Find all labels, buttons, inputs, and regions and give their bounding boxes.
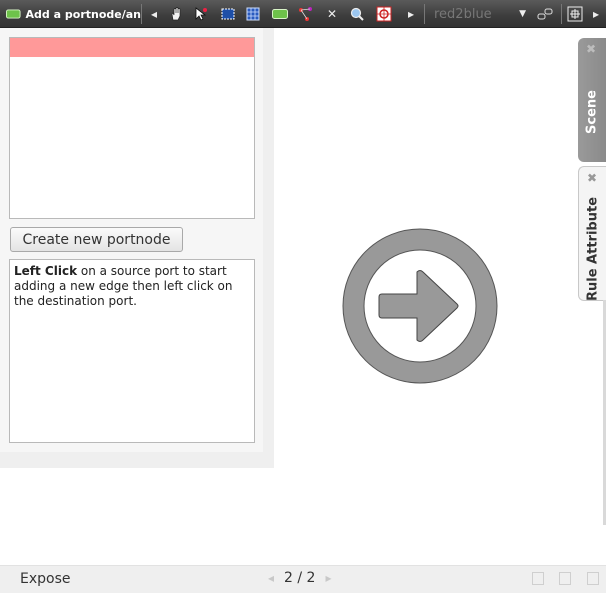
quad-view-icon[interactable] [587,572,599,585]
close-icon[interactable]: ✖ [586,42,596,56]
mode-title-label: Add a portnode/an [25,7,141,21]
expose-button[interactable]: Expose [20,571,71,587]
zoom-icon[interactable] [347,4,367,24]
hand-icon[interactable] [166,4,186,24]
fit-view-icon[interactable] [565,4,585,24]
chevron-down-icon: ▼ [519,9,526,19]
add-portnode-icon [6,9,21,19]
create-new-portnode-button[interactable]: Create new portnode [10,227,183,252]
toolbar-separator [561,4,562,24]
grid-icon[interactable] [243,4,263,24]
link-icon[interactable] [535,4,555,24]
scroll-right-icon[interactable]: ▸ [401,4,421,24]
delete-x-icon[interactable]: ✕ [322,4,342,24]
toolbar: Add a portnode/an ◂ ✕ ▸ red2blue ▼ ▸ [0,0,606,28]
add-edge-icon[interactable] [270,4,290,24]
rule-combo-value: red2blue [434,6,492,22]
toolbar-separator [424,4,425,24]
marquee-select-icon[interactable] [218,4,238,24]
single-view-icon[interactable] [532,572,544,585]
status-bar: Expose ◂ 2 / 2 ▸ [0,565,606,593]
more-arrow-icon[interactable]: ▸ [586,4,606,24]
select-pointer-icon[interactable] [191,4,211,24]
target-icon[interactable] [374,4,394,24]
prev-page-icon[interactable]: ◂ [268,571,274,585]
help-text-box: Left Click on a source port to start add… [9,259,255,443]
node-link-icon[interactable] [296,4,316,24]
arrow-circle-icon [342,228,498,384]
portnode-list-item-selected[interactable] [10,38,254,57]
page-indicator: 2 / 2 [284,570,316,586]
side-tabs: ✖ Scene ✖ Rule Attribute [578,38,606,308]
toolbar-separator [141,4,142,24]
portnode-panel-inner: Create new portnode Left Click on a sour… [0,28,263,452]
portnode-list[interactable] [9,37,255,219]
portnode-panel: Create new portnode Left Click on a sour… [0,28,274,468]
tab-rule-attribute-label: Rule Attribute [585,196,600,301]
scroll-left-icon[interactable]: ◂ [144,4,164,24]
page-navigator: ◂ 2 / 2 ▸ [268,570,332,586]
next-page-icon[interactable]: ▸ [325,571,331,585]
tab-scene-label: Scene [584,90,600,134]
tab-scene[interactable]: ✖ Scene [578,38,606,162]
close-icon[interactable]: ✖ [587,171,597,185]
mode-title[interactable]: Add a portnode/an [6,0,141,28]
tab-rule-attribute[interactable]: ✖ Rule Attribute [578,166,606,301]
graph-canvas[interactable] [274,28,580,565]
help-text-bold: Left Click [14,264,78,278]
split-view-icon[interactable] [559,572,571,585]
rule-combo[interactable]: red2blue ▼ [428,4,532,24]
